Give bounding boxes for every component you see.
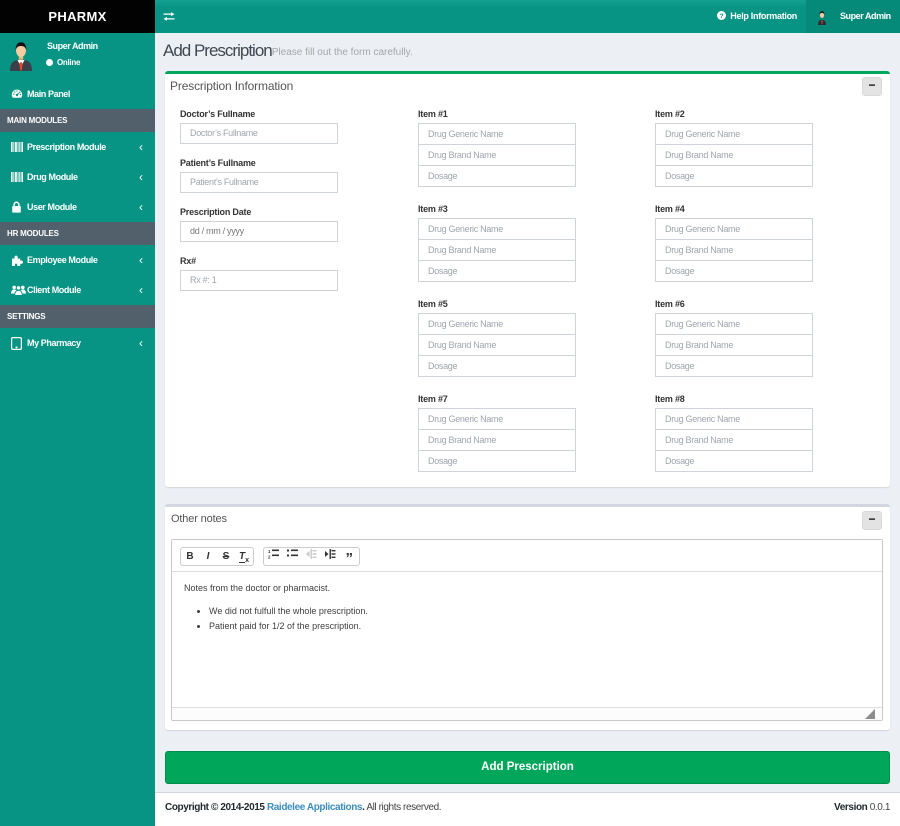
svg-text:?: ? <box>720 13 724 20</box>
svg-text:2: 2 <box>268 554 271 559</box>
